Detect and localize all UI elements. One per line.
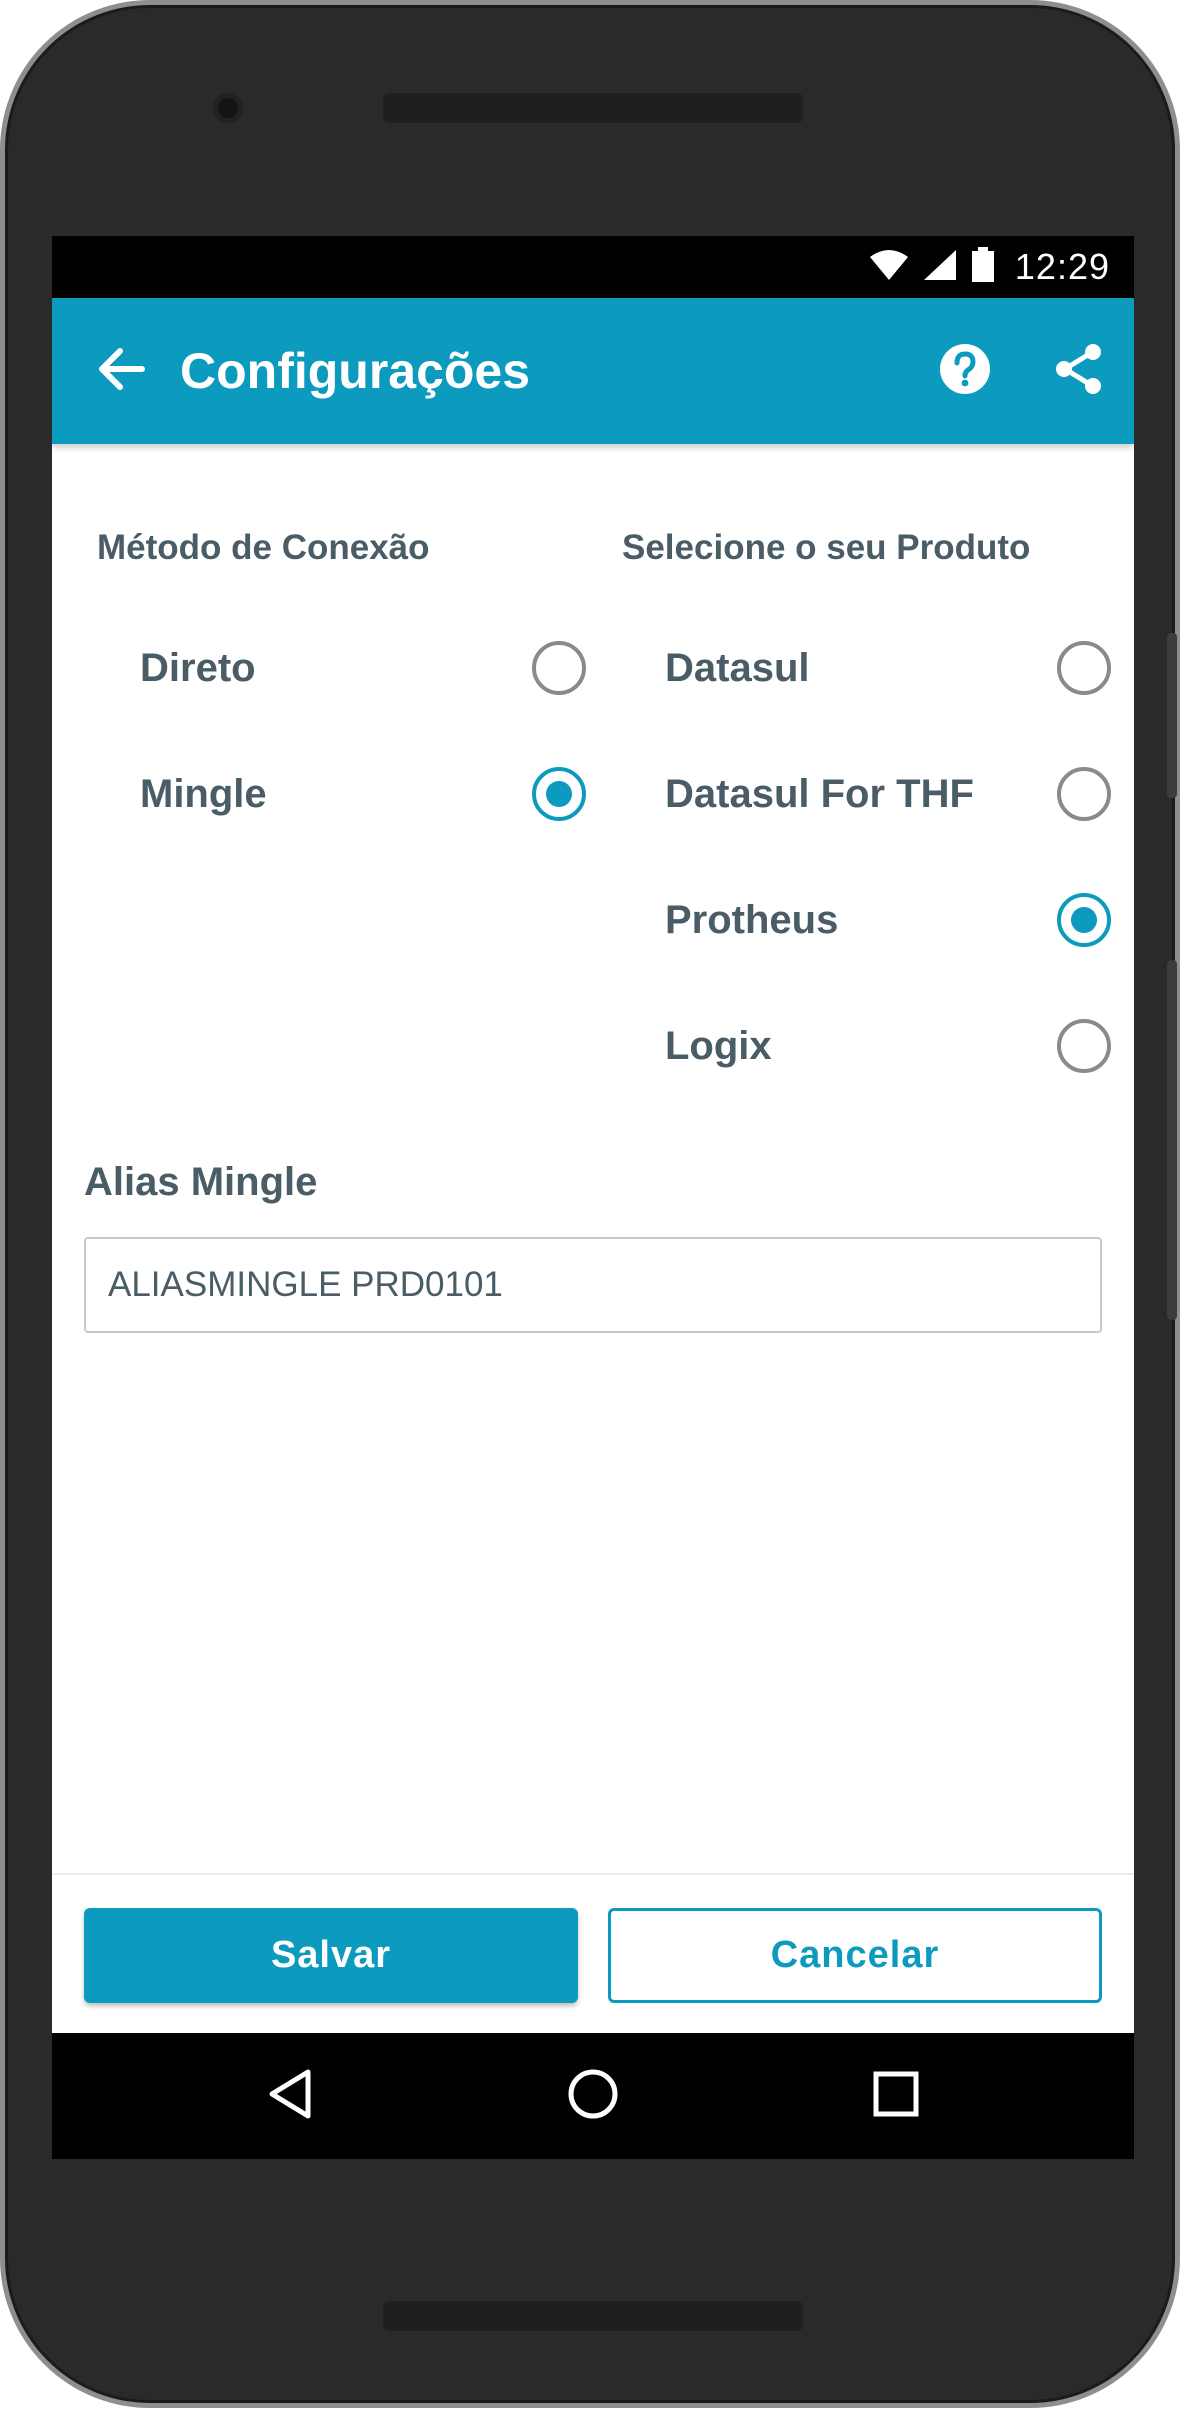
product-select-title: Selecione o seu Produto [622, 528, 1031, 567]
wifi-icon [869, 249, 909, 286]
nav-recents-icon [872, 2070, 920, 2123]
nav-home-icon [567, 2068, 619, 2125]
save-button[interactable]: Salvar [84, 1908, 578, 2003]
footer-divider [52, 1873, 1134, 1875]
page-title: Configurações [180, 343, 531, 399]
earpiece-speaker [383, 93, 803, 123]
share-icon [1051, 341, 1107, 402]
radio-option-protheus[interactable]: Protheus [665, 880, 1111, 960]
help-icon [938, 342, 992, 401]
status-bar: 12:29 [52, 236, 1134, 298]
radio-button-selected[interactable] [532, 767, 586, 821]
connection-method-title: Método de Conexão [97, 528, 430, 567]
share-button[interactable] [1042, 334, 1116, 408]
option-label: Protheus [665, 897, 839, 942]
front-camera [213, 93, 243, 123]
radio-button[interactable] [1057, 641, 1111, 695]
battery-icon [971, 246, 995, 288]
radio-option-mingle[interactable]: Mingle [140, 754, 586, 834]
phone-frame: 12:29 Configurações Método de Conexão Se… [0, 0, 1180, 2408]
radio-button-selected[interactable] [1057, 893, 1111, 947]
option-label: Mingle [140, 771, 267, 816]
option-label: Datasul [665, 645, 810, 690]
nav-home-button[interactable] [548, 2051, 638, 2141]
nav-back-icon [266, 2068, 314, 2125]
radio-option-datasul-for-thf[interactable]: Datasul For THF [665, 754, 1111, 834]
back-arrow-icon [96, 347, 146, 396]
alias-mingle-label: Alias Mingle [84, 1160, 318, 1204]
radio-button[interactable] [1057, 1019, 1111, 1073]
option-label: Datasul For THF [665, 771, 974, 816]
screen: 12:29 Configurações Método de Conexão Se… [52, 236, 1134, 2159]
power-button [1167, 960, 1177, 1320]
system-nav-bar [52, 2033, 1134, 2159]
radio-option-datasul[interactable]: Datasul [665, 628, 1111, 708]
volume-button [1167, 633, 1177, 798]
radio-button[interactable] [1057, 767, 1111, 821]
nav-back-button[interactable] [245, 2051, 335, 2141]
option-label: Direto [140, 645, 256, 690]
radio-button[interactable] [532, 641, 586, 695]
signal-icon [923, 249, 957, 286]
bottom-speaker [383, 2301, 803, 2331]
cancel-button[interactable]: Cancelar [608, 1908, 1102, 2003]
app-bar: Configurações [52, 298, 1134, 444]
alias-mingle-input[interactable] [84, 1237, 1102, 1333]
status-time: 12:29 [1014, 246, 1110, 287]
nav-recents-button[interactable] [851, 2051, 941, 2141]
back-button[interactable] [86, 336, 156, 406]
radio-option-logix[interactable]: Logix [665, 1006, 1111, 1086]
option-label: Logix [665, 1023, 772, 1068]
help-button[interactable] [928, 334, 1002, 408]
radio-option-direto[interactable]: Direto [140, 628, 586, 708]
